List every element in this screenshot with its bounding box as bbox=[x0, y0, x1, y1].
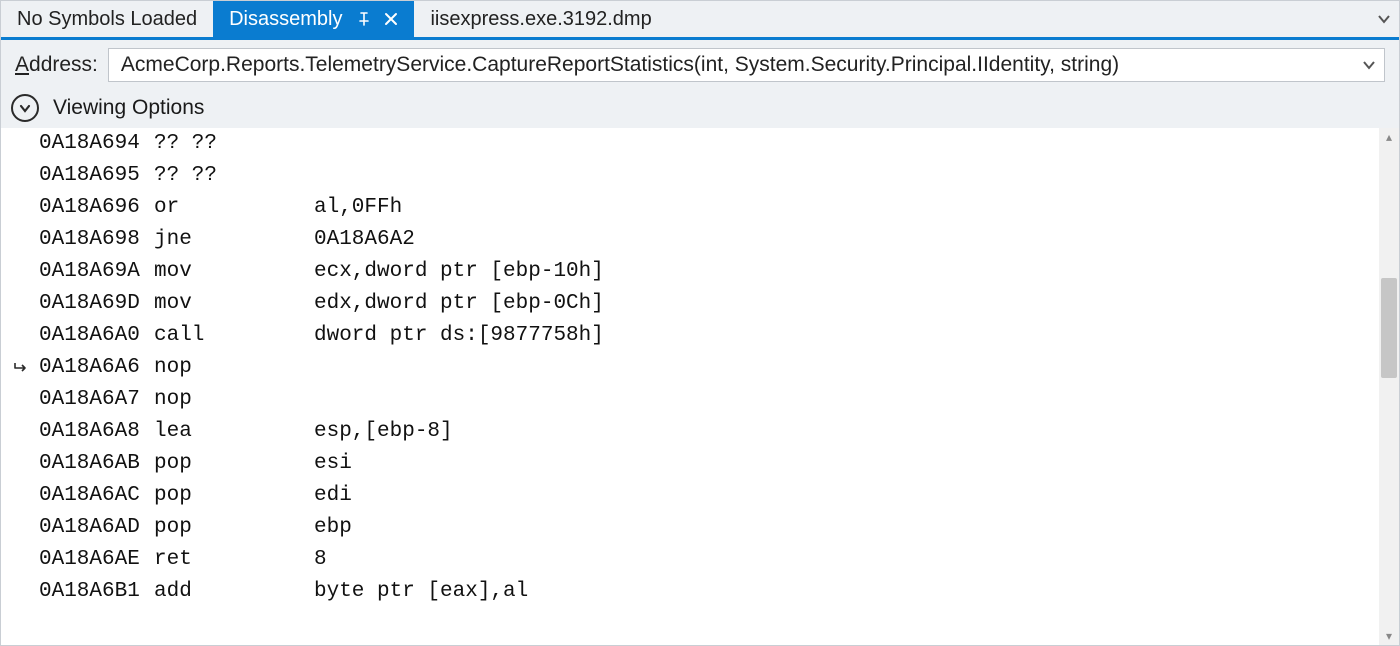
address-input[interactable] bbox=[119, 52, 1362, 78]
operands-cell: byte ptr [eax],al bbox=[314, 576, 1379, 608]
scroll-thumb[interactable] bbox=[1381, 278, 1397, 378]
address-cell: 0A18A69D bbox=[39, 288, 154, 320]
address-cell: 0A18A694 bbox=[39, 128, 154, 160]
disassembly-listing[interactable]: 0A18A694?? ??0A18A695?? ??0A18A696oral,0… bbox=[1, 128, 1379, 645]
listing-area: 0A18A694?? ??0A18A695?? ??0A18A696oral,0… bbox=[1, 128, 1399, 645]
disassembly-row[interactable]: 0A18A696oral,0FFh bbox=[7, 192, 1379, 224]
disassembly-row[interactable]: 0A18A6A8leaesp,[ebp-8] bbox=[7, 416, 1379, 448]
disassembly-row[interactable]: 0A18A698jne0A18A6A2 bbox=[7, 224, 1379, 256]
tab-strip: No Symbols Loaded Disassembly iisexpress… bbox=[1, 1, 1399, 37]
operands-cell: dword ptr ds:[9877758h] bbox=[314, 320, 1379, 352]
address-cell: 0A18A6A6 bbox=[39, 352, 154, 384]
tab-label: No Symbols Loaded bbox=[17, 8, 197, 31]
operands-cell: edx,dword ptr [ebp-0Ch] bbox=[314, 288, 1379, 320]
tab-label: iisexpress.exe.3192.dmp bbox=[430, 8, 651, 31]
tab-no-symbols[interactable]: No Symbols Loaded bbox=[1, 1, 213, 37]
mnemonic-cell: or bbox=[154, 192, 314, 224]
address-cell: 0A18A6AB bbox=[39, 448, 154, 480]
address-label: Address: bbox=[15, 53, 98, 77]
viewing-options-label: Viewing Options bbox=[53, 96, 204, 120]
address-bar: Address: bbox=[1, 40, 1399, 90]
address-cell: 0A18A695 bbox=[39, 160, 154, 192]
disassembly-row[interactable]: 0A18A695?? ?? bbox=[7, 160, 1379, 192]
disassembly-row[interactable]: 0A18A6B1addbyte ptr [eax],al bbox=[7, 576, 1379, 608]
address-cell: 0A18A6AE bbox=[39, 544, 154, 576]
operands-cell: esi bbox=[314, 448, 1379, 480]
mnemonic-cell: ?? ?? bbox=[154, 160, 314, 192]
tab-label: Disassembly bbox=[229, 8, 342, 31]
mnemonic-cell: ?? ?? bbox=[154, 128, 314, 160]
mnemonic-cell: lea bbox=[154, 416, 314, 448]
mnemonic-cell: mov bbox=[154, 256, 314, 288]
mnemonic-cell: jne bbox=[154, 224, 314, 256]
mnemonic-cell: pop bbox=[154, 480, 314, 512]
mnemonic-cell: nop bbox=[154, 384, 314, 416]
close-icon[interactable] bbox=[384, 12, 398, 26]
mnemonic-cell: ret bbox=[154, 544, 314, 576]
scroll-up-arrow-icon[interactable]: ▴ bbox=[1379, 128, 1399, 146]
operands-cell: 0A18A6A2 bbox=[314, 224, 1379, 256]
operands-cell: 8 bbox=[314, 544, 1379, 576]
disassembly-row[interactable]: 0A18A6A6nop bbox=[7, 352, 1379, 384]
disassembly-row[interactable]: 0A18A6ABpopesi bbox=[7, 448, 1379, 480]
disassembly-row[interactable]: 0A18A6ADpopebp bbox=[7, 512, 1379, 544]
operands-cell: esp,[ebp-8] bbox=[314, 416, 1379, 448]
operands-cell: ebp bbox=[314, 512, 1379, 544]
address-combobox[interactable] bbox=[108, 48, 1385, 82]
disassembly-row[interactable]: 0A18A69Amovecx,dword ptr [ebp-10h] bbox=[7, 256, 1379, 288]
address-cell: 0A18A6A0 bbox=[39, 320, 154, 352]
address-cell: 0A18A6B1 bbox=[39, 576, 154, 608]
mnemonic-cell: pop bbox=[154, 512, 314, 544]
disassembly-row[interactable]: 0A18A6A7nop bbox=[7, 384, 1379, 416]
address-cell: 0A18A6AC bbox=[39, 480, 154, 512]
tab-overflow-button[interactable] bbox=[1369, 1, 1399, 37]
disassembly-row[interactable]: 0A18A6A0calldword ptr ds:[9877758h] bbox=[7, 320, 1379, 352]
address-cell: 0A18A698 bbox=[39, 224, 154, 256]
address-cell: 0A18A69A bbox=[39, 256, 154, 288]
instruction-pointer-icon bbox=[7, 359, 39, 377]
tab-disassembly[interactable]: Disassembly bbox=[213, 1, 414, 37]
expand-collapse-button[interactable] bbox=[11, 94, 39, 122]
disassembly-row[interactable]: 0A18A6ACpopedi bbox=[7, 480, 1379, 512]
vertical-scrollbar[interactable]: ▴ ▾ bbox=[1379, 128, 1399, 645]
viewing-options-row: Viewing Options bbox=[1, 90, 1399, 128]
operands-cell: al,0FFh bbox=[314, 192, 1379, 224]
disassembly-row[interactable]: 0A18A6AEret8 bbox=[7, 544, 1379, 576]
operands-cell: ecx,dword ptr [ebp-10h] bbox=[314, 256, 1379, 288]
pin-icon[interactable] bbox=[356, 11, 372, 27]
address-cell: 0A18A6A7 bbox=[39, 384, 154, 416]
chevron-down-icon[interactable] bbox=[1362, 58, 1376, 72]
address-cell: 0A18A696 bbox=[39, 192, 154, 224]
disassembly-row[interactable]: 0A18A69Dmovedx,dword ptr [ebp-0Ch] bbox=[7, 288, 1379, 320]
tab-dump-file[interactable]: iisexpress.exe.3192.dmp bbox=[414, 1, 667, 37]
address-cell: 0A18A6A8 bbox=[39, 416, 154, 448]
mnemonic-cell: pop bbox=[154, 448, 314, 480]
scroll-down-arrow-icon[interactable]: ▾ bbox=[1379, 627, 1399, 645]
mnemonic-cell: mov bbox=[154, 288, 314, 320]
disassembly-pane: No Symbols Loaded Disassembly iisexpress… bbox=[0, 0, 1400, 646]
operands-cell: edi bbox=[314, 480, 1379, 512]
mnemonic-cell: call bbox=[154, 320, 314, 352]
mnemonic-cell: nop bbox=[154, 352, 314, 384]
disassembly-row[interactable]: 0A18A694?? ?? bbox=[7, 128, 1379, 160]
address-cell: 0A18A6AD bbox=[39, 512, 154, 544]
mnemonic-cell: add bbox=[154, 576, 314, 608]
